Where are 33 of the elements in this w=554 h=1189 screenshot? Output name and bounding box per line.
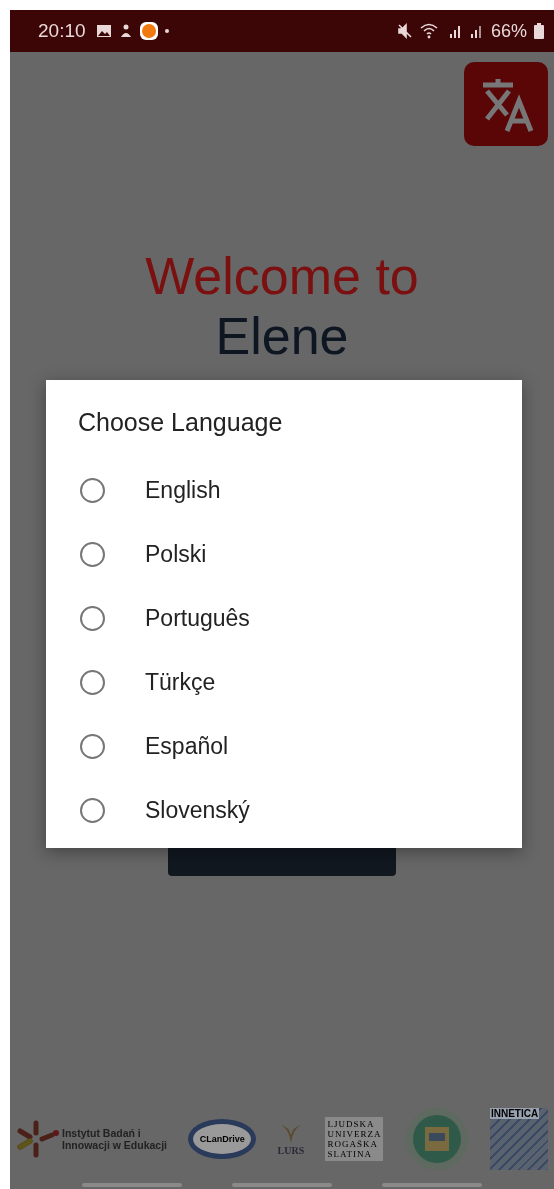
battery-icon — [534, 23, 544, 39]
mute-icon — [396, 23, 413, 39]
radio-button[interactable] — [80, 605, 105, 631]
language-option[interactable]: Español — [145, 732, 229, 760]
innetica-logo: INNETICA — [489, 1108, 548, 1170]
star-logo-icon — [16, 1119, 60, 1159]
radio-button[interactable] — [80, 797, 105, 823]
language-option[interactable]: Polski — [145, 540, 207, 568]
dialog-title: Choose Language — [78, 408, 284, 437]
institute-name: Instytut Badań i Innowacji w Edukacji — [62, 1127, 168, 1151]
language-option[interactable]: English — [145, 476, 221, 504]
language-option[interactable]: Slovenský — [145, 796, 250, 824]
translate-button[interactable] — [464, 62, 548, 146]
welcome-title: Welcome to — [145, 246, 419, 306]
app-icon — [139, 22, 158, 40]
figure-icon — [118, 23, 133, 39]
signal-icon — [469, 23, 484, 39]
ring-logo: CLanDrive — [188, 1119, 257, 1159]
app-name: Elene — [215, 306, 349, 366]
radio-button[interactable] — [80, 541, 105, 567]
radio-button[interactable] — [80, 733, 105, 759]
radio-button[interactable] — [80, 477, 105, 503]
radio-button[interactable] — [80, 669, 105, 695]
battery-percent: 66% — [490, 20, 527, 42]
language-option[interactable]: Türkçe — [145, 668, 216, 696]
seal-logo-icon — [404, 1107, 469, 1171]
lurs-logo-text: LURS — [277, 1144, 305, 1156]
dot-icon — [164, 29, 169, 33]
signal-icon — [448, 23, 463, 39]
status-time: 20:10 — [38, 20, 86, 42]
university-name: LJUDSKA UNIVERZA ROGAŠKA SLATINA — [325, 1117, 384, 1161]
image-icon — [95, 24, 112, 38]
language-option[interactable]: Português — [145, 604, 250, 632]
